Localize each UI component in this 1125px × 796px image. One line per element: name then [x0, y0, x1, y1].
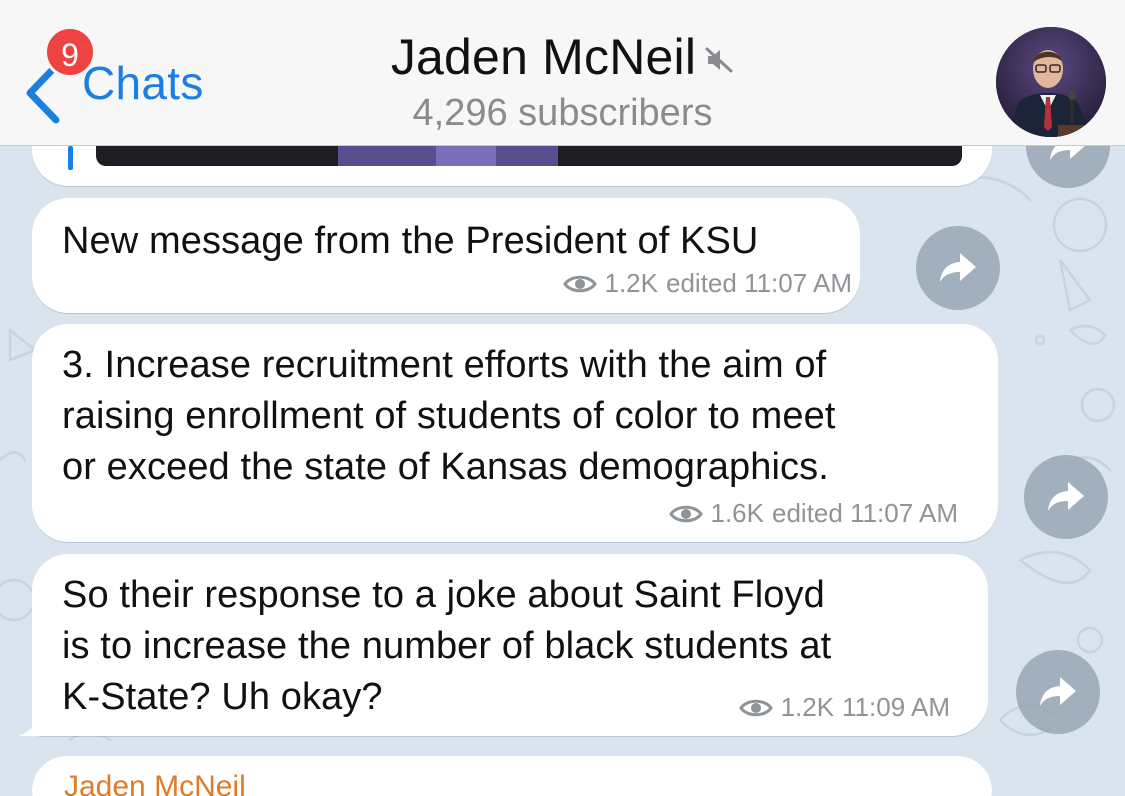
message-line: So their response to a joke about Saint …: [62, 574, 825, 616]
sender-name[interactable]: Jaden McNeil: [64, 770, 246, 796]
message-text: New message from the President of KSU: [62, 220, 759, 262]
message-bubble[interactable]: New message from the President of KSU 1.…: [32, 198, 860, 313]
message-line: raising enrollment of students of color …: [62, 395, 836, 437]
message-meta: 1.2K edited 11:07 AM: [562, 268, 852, 299]
channel-avatar-image: [996, 27, 1106, 137]
bubble-tail: [18, 712, 56, 736]
media-accent-bar: [68, 146, 73, 170]
eye-icon: [668, 505, 703, 522]
message-bubble[interactable]: Jaden McNeil: [32, 756, 992, 796]
back-label: Chats: [82, 57, 204, 109]
share-button[interactable]: [916, 226, 1000, 310]
message-bubble[interactable]: 3. Increase recruitment efforts with the…: [32, 324, 998, 542]
share-button[interactable]: [1024, 455, 1108, 539]
message-text: 3. Increase recruitment efforts with the…: [62, 340, 836, 493]
message-line: 3. Increase recruitment efforts with the…: [62, 344, 827, 386]
eye-icon: [738, 699, 773, 716]
message-line: is to increase the number of black stude…: [62, 625, 832, 667]
media-thumbnail[interactable]: [96, 146, 962, 166]
back-button[interactable]: Chats 9: [20, 26, 240, 124]
eye-icon: [562, 275, 597, 292]
speaker-muted-icon: [705, 47, 733, 73]
navigation-bar: Chats 9 Jaden McNeil 4,296 subscribers: [0, 0, 1125, 146]
message-line: K-State? Uh okay?: [62, 676, 383, 718]
message-line: or exceed the state of Kansas demographi…: [62, 446, 829, 488]
share-button[interactable]: [1016, 650, 1100, 734]
message-text: So their response to a joke about Saint …: [62, 570, 831, 723]
share-arrow-icon: [1048, 482, 1084, 511]
channel-title-block[interactable]: Jaden McNeil 4,296 subscribers: [300, 28, 825, 135]
message-meta: 1.6K edited 11:07 AM: [668, 498, 958, 529]
avatar[interactable]: [996, 27, 1106, 137]
message-time: edited 11:07 AM: [772, 498, 958, 528]
message-bubble[interactable]: So their response to a joke about Saint …: [32, 554, 988, 736]
view-count: 1.6K: [710, 498, 765, 528]
message-meta: 1.2K 11:09 AM: [738, 692, 950, 723]
share-arrow-icon: [1040, 677, 1076, 706]
message-time: 11:09 AM: [842, 692, 950, 722]
channel-title: Jaden McNeil: [390, 29, 697, 85]
view-count: 1.2K: [780, 692, 835, 722]
share-arrow-icon: [940, 253, 976, 282]
subscriber-count: 4,296 subscribers: [412, 92, 713, 134]
unread-badge: 9: [44, 26, 96, 78]
message-time: edited 11:07 AM: [666, 268, 852, 298]
view-count: 1.2K: [604, 268, 659, 298]
